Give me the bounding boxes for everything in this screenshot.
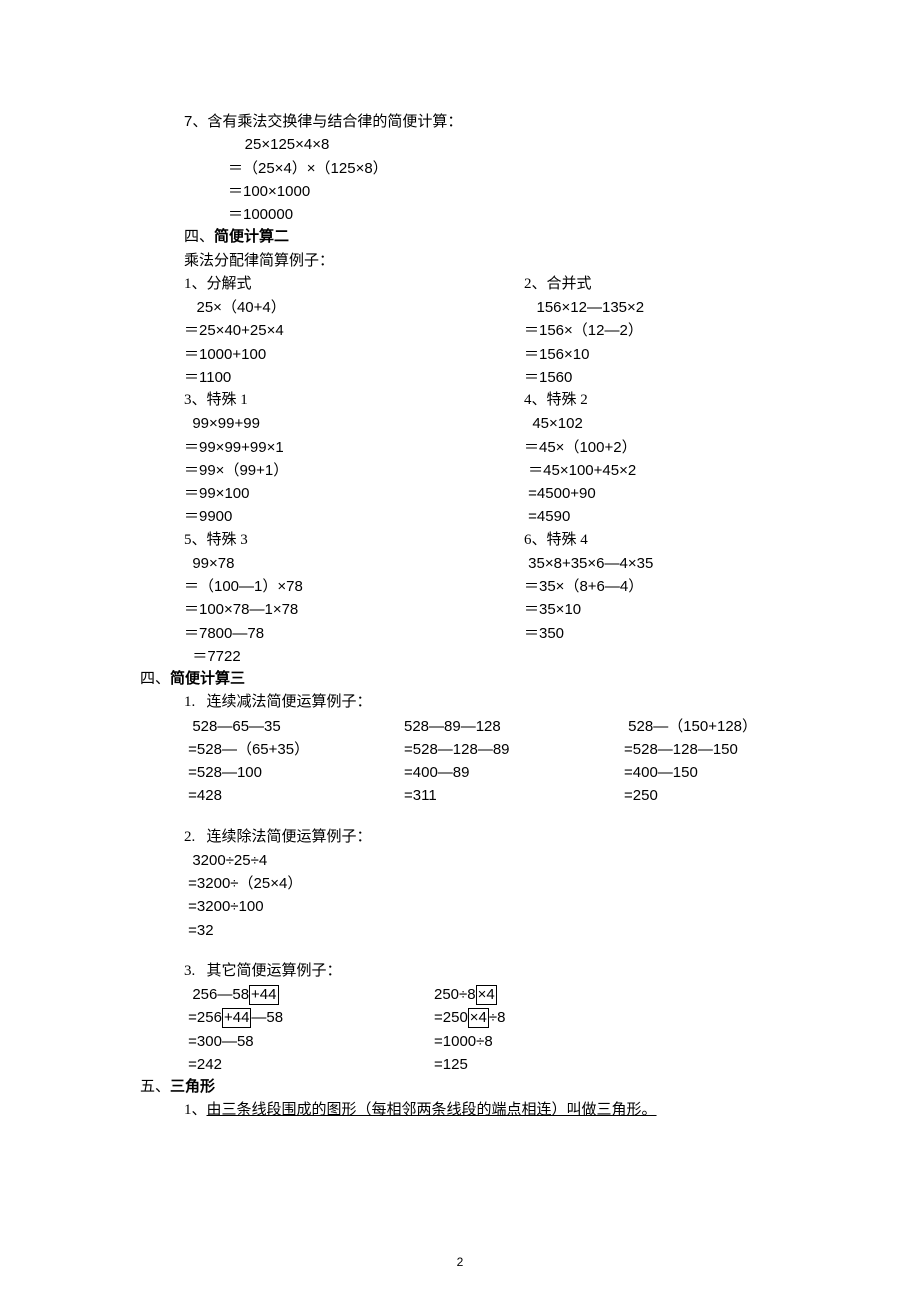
b1-l3l: ＝1000+100 (184, 343, 524, 366)
b3-l1r: 35×8+35×6―4×35 (524, 552, 820, 575)
sub3-b2: =250×4÷8 (434, 1006, 820, 1029)
s1r1c2: 528―89―128 (404, 715, 624, 738)
sub2-l3: =3200÷100 (184, 895, 820, 918)
section-4b-bold: 简便计算三 (170, 671, 245, 687)
section-5-item-1-ul: 由三条线段围成的图形（每相邻两条线段的端点相连）叫做三角形。 (207, 1102, 657, 1118)
section-4a-pre: 四、 (184, 229, 214, 245)
b1-l1l: 25×（40+4） (184, 296, 524, 319)
b1-l3r: ＝156×10 (524, 343, 820, 366)
b3-l4l: ＝7800―78 (184, 622, 524, 645)
b2-l4r: =4500+90 (524, 482, 820, 505)
b1-l4r: ＝1560 (524, 366, 820, 389)
sub3-a4: =242 (184, 1053, 434, 1076)
item-7-l4: ＝100000 (228, 203, 820, 226)
sub3-a3: =300―58 (184, 1030, 434, 1053)
item-7: 7、含有乘法交换律与结合律的简便计算： 25×125×4×8 ＝（25×4）×（… (184, 110, 820, 226)
sub3-a1: 256―58+44 (184, 983, 434, 1006)
sub3-b1box: ×4 (476, 985, 497, 1005)
block-2-left-h: 3、特殊 1 (184, 389, 524, 412)
b2-l5r: =4590 (524, 505, 820, 528)
item-7-l1: 25×125×4×8 (228, 133, 820, 156)
sub3-a1pre: 256―58 (184, 986, 249, 1003)
b3-l2l: ＝（100―1）×78 (184, 575, 524, 598)
sub3: 3. 其它简便运算例子： 256―58+44 250÷8×4 =256+44―5… (184, 960, 820, 1076)
b1-l1r: 156×12―135×2 (524, 296, 820, 319)
b1-l2l: ＝25×40+25×4 (184, 319, 524, 342)
s1r1c3: 528―（150+128） (624, 715, 820, 738)
item-7-l2: ＝（25×4）×（125×8） (228, 157, 820, 180)
block-3-right-h: 6、特殊 4 (524, 529, 820, 552)
s1r3c2: =400―89 (404, 761, 624, 784)
block-3-left-h: 5、特殊 3 (184, 529, 524, 552)
b2-l2l: ＝99×99+99×1 (184, 436, 524, 459)
sub3-b2box: ×4 (468, 1008, 489, 1028)
section-5-pre: 五、 (140, 1079, 170, 1095)
sub3-a1box: +44 (249, 985, 278, 1005)
b3-l4r: ＝350 (524, 622, 820, 645)
item-7-l3: ＝100×1000 (228, 180, 820, 203)
b2-l3r: ＝45×100+45×2 (524, 459, 820, 482)
item-7-body: 25×125×4×8 ＝（25×4）×（125×8） ＝100×1000 ＝10… (228, 133, 820, 226)
block-1: 1、分解式 2、合并式 25×（40+4） 156×12―135×2 ＝25×4… (184, 273, 820, 389)
sub3-a2pre: =256 (184, 1009, 222, 1026)
s1r2c1: =528―（65+35） (184, 738, 404, 761)
b3-l1l: 99×78 (184, 552, 524, 575)
page: 7、含有乘法交换律与结合律的简便计算： 25×125×4×8 ＝（25×4）×（… (0, 0, 920, 1302)
s1r4c1: =428 (184, 784, 404, 807)
b2-l1r: 45×102 (524, 412, 820, 435)
sub3-b1: 250÷8×4 (434, 983, 820, 1006)
block-1-right-h: 2、合并式 (524, 273, 820, 296)
section-4a-sub: 乘法分配律简算例子： (184, 250, 820, 273)
s1r3c3: =400―150 (624, 761, 820, 784)
block-3: 5、特殊 3 6、特殊 4 99×78 35×8+35×6―4×35 ＝（100… (184, 529, 820, 669)
item-7-heading: 7、含有乘法交换律与结合律的简便计算： (184, 110, 820, 133)
b2-l4l: ＝99×100 (184, 482, 524, 505)
sub3-a2post: ―58 (251, 1009, 283, 1026)
sub2-l2: =3200÷（25×4） (184, 872, 820, 895)
block-2-right-h: 4、特殊 2 (524, 389, 820, 412)
b3-l2r: ＝35×（8+6―4） (524, 575, 820, 598)
b3-l3r: ＝35×10 (524, 598, 820, 621)
sub2-l4: =32 (184, 919, 820, 942)
s1r1c1: 528―65―35 (184, 715, 404, 738)
sub3-heading: 3. 其它简便运算例子： (184, 960, 820, 983)
sub3-b4: =125 (434, 1053, 820, 1076)
s1r3c1: =528―100 (184, 761, 404, 784)
sub1: 1. 连续减法简便运算例子： 528―65―35 528―89―128 528―… (184, 691, 820, 807)
b3-l5l: ＝7722 (184, 645, 524, 668)
sub3-a2: =256+44―58 (184, 1006, 434, 1029)
section-4b-heading: 四、简便计算三 (140, 668, 820, 691)
sub3-b2post: ÷8 (489, 1009, 506, 1026)
section-5-item-1-pre: 1、 (184, 1102, 207, 1118)
sub3-b3: =1000÷8 (434, 1030, 820, 1053)
b2-l5l: ＝9900 (184, 505, 524, 528)
b1-l2r: ＝156×（12―2） (524, 319, 820, 342)
page-number: 2 (0, 1253, 920, 1272)
section-4a-bold: 简便计算二 (214, 229, 289, 245)
block-2: 3、特殊 1 4、特殊 2 99×99+99 45×102 ＝99×99+99×… (184, 389, 820, 529)
b2-l2r: ＝45×（100+2） (524, 436, 820, 459)
sub1-heading: 1. 连续减法简便运算例子： (184, 691, 820, 714)
sub2-heading: 2. 连续除法简便运算例子： (184, 826, 820, 849)
b2-l3l: ＝99×（99+1） (184, 459, 524, 482)
s1r2c3: =528―128―150 (624, 738, 820, 761)
section-4b-pre: 四、 (140, 671, 170, 687)
b2-l1l: 99×99+99 (184, 412, 524, 435)
b1-l4l: ＝1100 (184, 366, 524, 389)
s1r4c3: =250 (624, 784, 820, 807)
section-5-bold: 三角形 (170, 1079, 215, 1095)
sub3-b2pre: =250 (434, 1009, 468, 1026)
sub2-l1: 3200÷25÷4 (184, 849, 820, 872)
section-5-item-1: 1、由三条线段围成的图形（每相邻两条线段的端点相连）叫做三角形。 (184, 1099, 820, 1122)
b3-l3l: ＝100×78―1×78 (184, 598, 524, 621)
sub3-a2box: +44 (222, 1008, 251, 1028)
sub2: 2. 连续除法简便运算例子： 3200÷25÷4 =3200÷（25×4） =3… (184, 826, 820, 942)
s1r2c2: =528―128―89 (404, 738, 624, 761)
section-5-heading: 五、三角形 (140, 1076, 820, 1099)
section-4a-heading: 四、简便计算二 (184, 226, 820, 249)
s1r4c2: =311 (404, 784, 624, 807)
block-1-left-h: 1、分解式 (184, 273, 524, 296)
sub3-b1pre: 250÷8 (434, 986, 476, 1003)
